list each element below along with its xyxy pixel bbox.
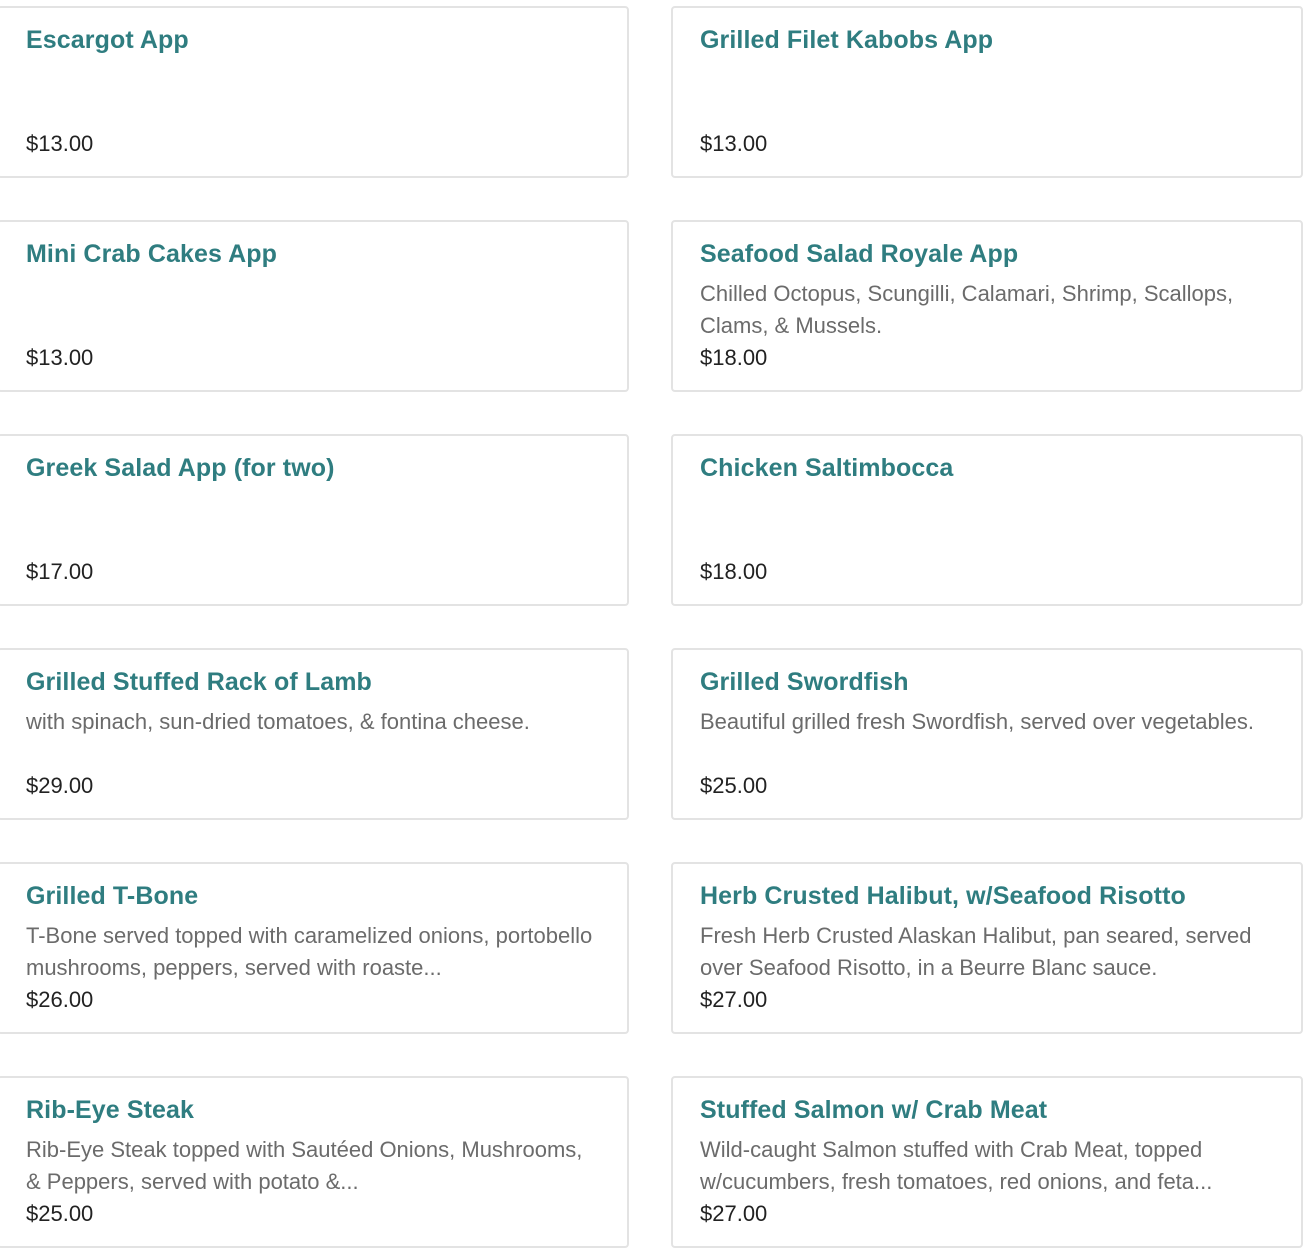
menu-item-price: $26.00 [26,987,94,1012]
menu-item-card-seafood-salad-royale-app[interactable]: Seafood Salad Royale App Chilled Octopus… [671,220,1303,392]
menu-item-title: Herb Crusted Halibut, w/Seafood Risotto [700,882,1186,910]
menu-item-price: $25.00 [26,1201,94,1226]
menu-item-title: Rib-Eye Steak [26,1096,195,1124]
menu-item-price: $13.00 [26,345,94,370]
menu-item-price: $13.00 [26,131,94,156]
menu-item-description: Wild-caught Salmon stuffed with Crab Mea… [700,1137,1213,1194]
menu-item-card-chicken-saltimbocca[interactable]: Chicken Saltimbocca $18.00 [671,434,1303,606]
menu-item-card-herb-crusted-halibut[interactable]: Herb Crusted Halibut, w/Seafood Risotto … [671,862,1303,1034]
menu-item-description: Rib-Eye Steak topped with Sautéed Onions… [26,1137,583,1194]
menu-item-title: Mini Crab Cakes App [26,240,278,268]
menu-item-title: Grilled Filet Kabobs App [700,26,994,54]
menu-item-title: Stuffed Salmon w/ Crab Meat [700,1096,1048,1124]
menu-item-price: $17.00 [26,559,94,584]
menu-item-price: $18.00 [700,559,768,584]
menu-item-title: Grilled Stuffed Rack of Lamb [26,668,372,696]
menu-item-description: T-Bone served topped with caramelized on… [26,923,593,980]
menu-item-card-greek-salad-app[interactable]: Greek Salad App (for two) $17.00 [0,434,629,606]
menu-item-title: Grilled Swordfish [700,668,909,696]
menu-item-title: Grilled T-Bone [26,882,199,910]
menu-grid: Escargot App $13.00 Grilled Filet Kabobs… [0,6,1308,1248]
menu-item-title: Chicken Saltimbocca [700,454,954,482]
menu-item-card-stuffed-salmon-crab-meat[interactable]: Stuffed Salmon w/ Crab Meat Wild-caught … [671,1076,1303,1248]
menu-item-price: $29.00 [26,773,94,798]
menu-item-price: $27.00 [700,987,768,1012]
menu-item-price: $27.00 [700,1201,768,1226]
menu-item-description: Beautiful grilled fresh Swordfish, serve… [700,709,1254,734]
menu-item-title: Greek Salad App (for two) [26,454,335,482]
menu-item-title: Escargot App [26,26,189,54]
menu-item-description: Fresh Herb Crusted Alaskan Halibut, pan … [700,923,1252,980]
menu-item-price: $25.00 [700,773,768,798]
menu-item-card-escargot-app[interactable]: Escargot App $13.00 [0,6,629,178]
menu-item-price: $18.00 [700,345,768,370]
menu-item-price: $13.00 [700,131,768,156]
menu-item-title: Seafood Salad Royale App [700,240,1019,268]
menu-item-description: with spinach, sun-dried tomatoes, & font… [26,709,530,734]
menu-item-card-mini-crab-cakes-app[interactable]: Mini Crab Cakes App $13.00 [0,220,629,392]
menu-item-description: Chilled Octopus, Scungilli, Calamari, Sh… [700,281,1234,338]
menu-item-card-grilled-swordfish[interactable]: Grilled Swordfish Beautiful grilled fres… [671,648,1303,820]
menu-item-card-rib-eye-steak[interactable]: Rib-Eye Steak Rib-Eye Steak topped with … [0,1076,629,1248]
menu-item-card-grilled-stuffed-rack-of-lamb[interactable]: Grilled Stuffed Rack of Lamb with spinac… [0,648,629,820]
menu-item-card-grilled-t-bone[interactable]: Grilled T-Bone T-Bone served topped with… [0,862,629,1034]
menu-item-card-grilled-filet-kabobs-app[interactable]: Grilled Filet Kabobs App $13.00 [671,6,1303,178]
